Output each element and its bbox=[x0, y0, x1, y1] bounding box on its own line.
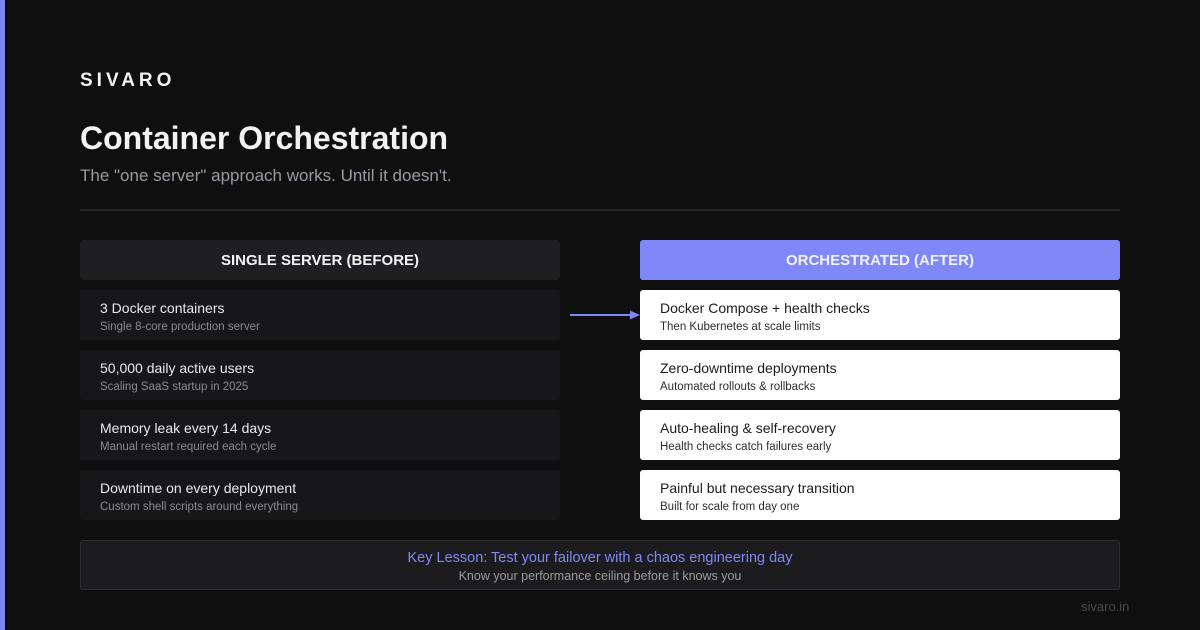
slide: SIVARO Container Orchestration The "one … bbox=[0, 0, 1200, 630]
before-card-detail: Custom shell scripts around everything bbox=[100, 501, 299, 513]
before-column-header: SINGLE SERVER (BEFORE) bbox=[80, 240, 560, 280]
key-lesson-title: Key Lesson: Test your failover with a ch… bbox=[407, 550, 793, 566]
after-card-detail: Health checks catch failures early bbox=[660, 441, 832, 453]
accent-bar bbox=[0, 0, 5, 630]
after-card-detail: Then Kubernetes at scale limits bbox=[660, 321, 821, 333]
page-title: Container Orchestration bbox=[80, 120, 449, 156]
key-lesson-detail: Know your performance ceiling before it … bbox=[458, 569, 742, 583]
after-card-title: Auto-healing & self-recovery bbox=[660, 420, 836, 436]
before-card: Downtime on every deployment Custom shel… bbox=[80, 470, 560, 520]
before-card-title: Downtime on every deployment bbox=[100, 480, 297, 496]
key-lesson-box: Key Lesson: Test your failover with a ch… bbox=[80, 540, 1120, 590]
after-column-header: ORCHESTRATED (AFTER) bbox=[640, 240, 1120, 280]
before-card-title: 3 Docker containers bbox=[100, 300, 225, 316]
after-card-title: Painful but necessary transition bbox=[660, 480, 855, 496]
after-card-title: Docker Compose + health checks bbox=[660, 300, 870, 316]
after-card-detail: Built for scale from day one bbox=[660, 501, 800, 513]
before-card-detail: Single 8-core production server bbox=[100, 321, 260, 333]
footer-url: sivaro.in bbox=[1081, 599, 1130, 614]
after-card-title: Zero-downtime deployments bbox=[660, 360, 837, 376]
before-card: Memory leak every 14 days Manual restart… bbox=[80, 410, 560, 460]
arrow-right-icon bbox=[570, 310, 640, 320]
before-card: 3 Docker containers Single 8-core produc… bbox=[80, 290, 560, 340]
divider bbox=[80, 209, 1120, 211]
after-card: Zero-downtime deployments Automated roll… bbox=[640, 350, 1120, 400]
before-card: 50,000 daily active users Scaling SaaS s… bbox=[80, 350, 560, 400]
page-subtitle: The "one server" approach works. Until i… bbox=[80, 166, 452, 185]
before-card-title: 50,000 daily active users bbox=[100, 360, 255, 376]
after-card: Painful but necessary transition Built f… bbox=[640, 470, 1120, 520]
brand-logo: SIVARO bbox=[80, 70, 176, 91]
before-card-detail: Scaling SaaS startup in 2025 bbox=[100, 381, 249, 393]
after-card: Docker Compose + health checks Then Kube… bbox=[640, 290, 1120, 340]
before-card-title: Memory leak every 14 days bbox=[100, 420, 272, 436]
before-card-detail: Manual restart required each cycle bbox=[100, 441, 277, 453]
after-card: Auto-healing & self-recovery Health chec… bbox=[640, 410, 1120, 460]
after-card-detail: Automated rollouts & rollbacks bbox=[660, 381, 816, 393]
